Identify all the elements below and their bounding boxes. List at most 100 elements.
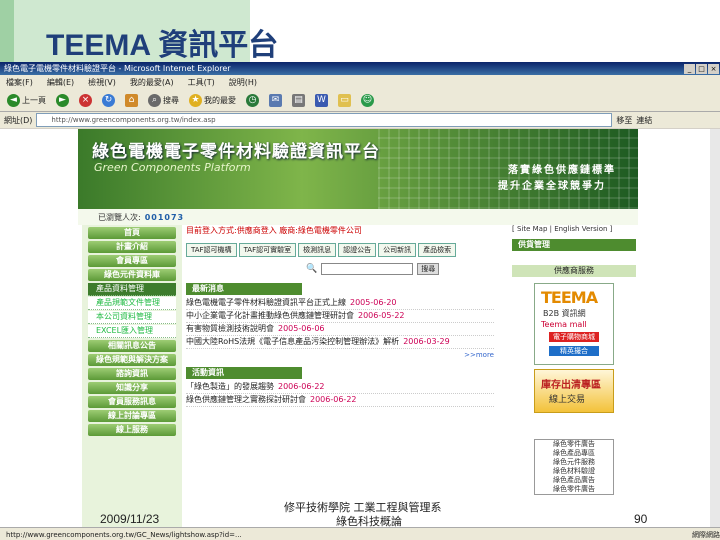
nav-forum[interactable]: 線上討論專區 <box>88 410 176 422</box>
refresh-button[interactable]: ↻ <box>99 92 118 108</box>
subnav-company-data[interactable]: 本公司資料管理 <box>88 311 176 324</box>
slide-title: TEEMA 資訊平台 <box>46 29 279 62</box>
menu-help[interactable]: 說明(H) <box>229 77 257 88</box>
menu-edit[interactable]: 編輯(E) <box>47 77 74 88</box>
tab-company-news[interactable]: 公司新訊 <box>378 243 417 257</box>
menu-tools[interactable]: 工具(T) <box>188 77 215 88</box>
links-button[interactable]: 連結 <box>636 115 652 126</box>
teema-b2b-ad[interactable]: TEEMA B2B 資訊網 Teema mall 電子購物商城 精英撮合 <box>534 283 614 365</box>
browser-titlebar: 綠色電子電機零件材料驗證平台 - Microsoft Internet Expl… <box>0 62 720 75</box>
minimize-button[interactable]: _ <box>684 63 695 74</box>
address-input[interactable]: http://www.greencomponents.org.tw/index.… <box>36 113 613 127</box>
ad-item[interactable]: 綠色產品專區 <box>535 449 613 458</box>
nav-member-service[interactable]: 會員服務訊息 <box>88 396 176 408</box>
back-button[interactable]: ◄ 上一頁 <box>4 92 49 108</box>
nav-home[interactable]: 首頁 <box>88 227 176 239</box>
stock-clearance-ad[interactable]: 庫存出清專區 線上交易 <box>534 369 614 413</box>
mail-button[interactable]: ✉ <box>266 92 285 108</box>
favorites-label: 我的最愛 <box>204 95 236 105</box>
supplier-service-label: 供應商服務 <box>512 265 636 277</box>
status-text: http://www.greencomponents.org.tw/GC_New… <box>6 530 242 539</box>
nav-online-service[interactable]: 線上服務 <box>88 424 176 436</box>
news-text: 綠色電機電子零件材料驗證資訊平台正式上線 <box>186 298 346 307</box>
ad-item[interactable]: 綠色零件廣告 <box>535 440 613 449</box>
subnav-product-docs[interactable]: 產品規範文件管理 <box>88 297 176 310</box>
home-button[interactable]: ⌂ <box>122 92 141 108</box>
right-sidebar: [ Site Map | English Version ] 供貨管理 供應商服… <box>512 225 636 527</box>
close-button[interactable]: × <box>708 63 719 74</box>
messenger-icon: ☺ <box>361 93 374 107</box>
teema-shop-button[interactable]: 電子購物商城 <box>549 332 599 342</box>
activity-item[interactable]: 「綠色製造」的發展趨勢 2006-06-22 <box>186 381 494 394</box>
tab-test-info[interactable]: 檢測訊息 <box>298 243 337 257</box>
forward-arrow-icon: ► <box>56 93 69 107</box>
search-icon: ⌕ <box>148 93 161 107</box>
forward-button[interactable]: ► <box>53 92 72 108</box>
nav-green-database[interactable]: 綠色元件資料庫 <box>88 269 176 281</box>
site-banner: 綠色電機電子零件材料驗證資訊平台 Green Components Platfo… <box>78 129 638 209</box>
news-item[interactable]: 綠色電機電子零件材料驗證資訊平台正式上線 2005-06-20 <box>186 297 494 310</box>
nav-announcements[interactable]: 相關訊息公告 <box>88 340 176 352</box>
activity-date: 2006-06-22 <box>278 382 325 391</box>
folder-button[interactable]: ▭ <box>335 92 354 108</box>
activity-header: 活動資訊 <box>186 367 302 379</box>
menu-file[interactable]: 檔案(F) <box>6 77 33 88</box>
ad-item[interactable]: 綠色產品廣告 <box>535 476 613 485</box>
news-date: 2005-06-20 <box>350 298 397 307</box>
news-item[interactable]: 中小企業電子化計畫推動綠色供應鏈管理研討會 2006-05-22 <box>186 310 494 323</box>
main-content: 目前登入方式:供應商登入 廠商:綠色電機零件公司 TAF認可機構 TAF認可實驗… <box>186 225 494 527</box>
search-button[interactable]: ⌕ 搜尋 <box>145 92 182 108</box>
site-search-button[interactable]: 搜尋 <box>417 263 440 275</box>
history-button[interactable]: ◷ <box>243 92 262 108</box>
ad-item[interactable]: 綠色零件廣告 <box>535 485 613 494</box>
address-bar: 網址(D) http://www.greencomponents.org.tw/… <box>0 112 720 128</box>
teema-deal-button[interactable]: 精英撮合 <box>549 346 599 356</box>
supply-management-header[interactable]: 供貨管理 <box>512 239 636 251</box>
site-title: 綠色電機電子零件材料驗證資訊平台 <box>92 142 380 162</box>
slide-header-decoration-strip <box>0 0 14 62</box>
activity-text: 綠色供應鏈管理之實務探討研討會 <box>186 395 306 404</box>
news-item[interactable]: 中國大陸RoHS法規《電子信息產品污染控制管理辦法》解析 2006-03-29 <box>186 336 494 349</box>
subnav-excel-import[interactable]: EXCEL匯入管理 <box>88 325 176 338</box>
print-button[interactable]: ▤ <box>289 92 308 108</box>
menu-view[interactable]: 檢視(V) <box>88 77 116 88</box>
tab-cert-notice[interactable]: 認證公告 <box>338 243 377 257</box>
search-label: 搜尋 <box>163 95 179 105</box>
banner-slogan-2: 提升企業全球競爭力 <box>498 181 606 192</box>
news-text: 有害物質檢測技術說明會 <box>186 324 274 333</box>
ad-item[interactable]: 綠色元件服務 <box>535 458 613 467</box>
go-button[interactable]: 移至 <box>616 115 632 126</box>
news-date: 2006-03-29 <box>403 337 450 346</box>
teema-logo-text: TEEMA <box>541 288 598 307</box>
news-more-link[interactable]: >>more <box>186 351 494 359</box>
web-page: 綠色電機電子零件材料驗證資訊平台 Green Components Platfo… <box>78 129 638 527</box>
stop-icon: × <box>79 93 92 107</box>
nav-member-area[interactable]: 會員專區 <box>88 255 176 267</box>
news-date: 2005-06-06 <box>278 324 325 333</box>
favorites-button[interactable]: ★ 我的最愛 <box>186 92 239 108</box>
nav-project-intro[interactable]: 計畫介紹 <box>88 241 176 253</box>
nav-consulting[interactable]: 諮詢資訊 <box>88 368 176 380</box>
ad-item[interactable]: 綠色材料驗證 <box>535 467 613 476</box>
tab-taf-labs[interactable]: TAF認可實驗室 <box>238 243 297 257</box>
site-search-input[interactable] <box>321 263 414 275</box>
stock-subtitle: 線上交易 <box>549 395 586 405</box>
language-links[interactable]: [ Site Map | English Version ] <box>512 225 636 233</box>
news-item[interactable]: 有害物質檢測技術說明會 2005-06-06 <box>186 323 494 336</box>
stop-button[interactable]: × <box>76 92 95 108</box>
nav-knowledge[interactable]: 知識分享 <box>88 382 176 394</box>
news-header: 最新消息 <box>186 283 302 295</box>
maximize-button[interactable]: □ <box>696 63 707 74</box>
vertical-scrollbar[interactable] <box>710 129 720 527</box>
activity-item[interactable]: 綠色供應鏈管理之實務探討研討會 2006-06-22 <box>186 394 494 407</box>
subnav-product-data[interactable]: 產品資料管理 <box>88 283 176 296</box>
print-icon: ▤ <box>292 93 305 107</box>
tab-taf-bodies[interactable]: TAF認可機構 <box>186 243 237 257</box>
teema-mall-text: Teema mall <box>541 320 587 329</box>
news-text: 中國大陸RoHS法規《電子信息產品污染控制管理辦法》解析 <box>186 337 400 346</box>
messenger-button[interactable]: ☺ <box>358 92 377 108</box>
edit-button[interactable]: W <box>312 92 331 108</box>
tab-product-search[interactable]: 產品檢索 <box>418 243 457 257</box>
menu-favorites[interactable]: 我的最愛(A) <box>130 77 174 88</box>
nav-green-solutions[interactable]: 綠色規範與解決方案 <box>88 354 176 366</box>
